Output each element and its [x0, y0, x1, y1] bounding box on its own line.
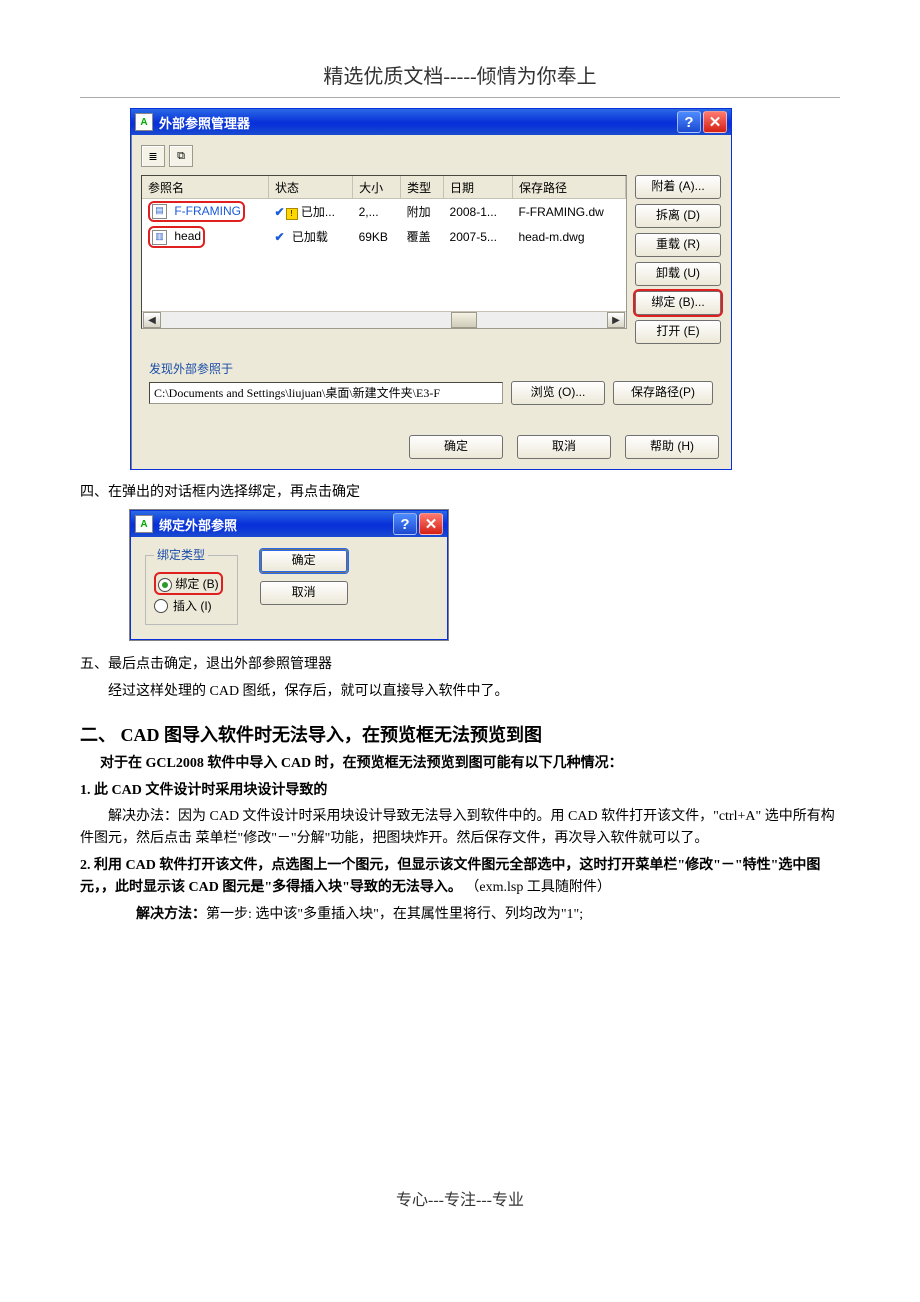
titlebar: A 绑定外部参照 ? ✕ — [131, 511, 447, 537]
ref-name: head — [174, 229, 201, 243]
page-footer: 专心---专注---专业 — [80, 1186, 840, 1210]
step-5b-text: 经过这样处理的 CAD 图纸，保存后，就可以直接导入软件中了。 — [108, 681, 840, 703]
dialog-title: 绑定外部参照 — [159, 515, 391, 534]
col-type[interactable]: 类型 — [401, 176, 444, 199]
horizontal-scrollbar[interactable]: ◀ ▶ — [142, 311, 626, 328]
radio-bind[interactable] — [158, 578, 172, 592]
ref-name: F-FRAMING — [174, 204, 241, 218]
section-2-item1-body: 解决办法：因为 CAD 文件设计时采用块设计导致无法导入到软件中的。用 CAD … — [80, 806, 840, 851]
app-icon: A — [135, 515, 153, 533]
check-icon: ✔ — [275, 230, 285, 244]
ref-status: 已加载 — [292, 230, 328, 244]
browse-button[interactable]: 浏览 (O)... — [511, 381, 605, 405]
found-path-input[interactable]: C:\Documents and Settings\liujuan\桌面\新建文… — [149, 382, 503, 404]
titlebar-help-button[interactable]: ? — [393, 513, 417, 535]
col-savepath[interactable]: 保存路径 — [512, 176, 625, 199]
section-2-heading: 二、 CAD 图导入软件时无法导入，在预览框无法预览到图 — [80, 721, 840, 747]
section-2-item1-title: 1. 此 CAD 文件设计时采用块设计导致的 — [80, 780, 840, 802]
warn-icon: ! — [286, 208, 298, 220]
col-size[interactable]: 大小 — [353, 176, 401, 199]
ref-size: 2,... — [353, 199, 401, 225]
scroll-left-icon[interactable]: ◀ — [143, 312, 161, 328]
view-toolbar: ≣ ⧉ — [141, 145, 721, 167]
section-2-item2-note: （exm.lsp 工具随附件） — [465, 880, 610, 895]
col-status[interactable]: 状态 — [269, 176, 353, 199]
ref-type: 附加 — [401, 199, 444, 225]
titlebar: A 外部参照管理器 ? ✕ — [131, 109, 731, 135]
step-5a-text: 五、最后点击确定，退出外部参照管理器 — [80, 654, 840, 676]
ref-path: head-m.dwg — [512, 224, 625, 249]
unload-button[interactable]: 卸载 (U) — [635, 262, 721, 286]
detach-button[interactable]: 拆离 (D) — [635, 204, 721, 228]
help-button[interactable]: 帮助 (H) — [625, 435, 719, 459]
table-row[interactable]: ▤ F-FRAMING ✔! 已加... 2,... 附加 2008-1... — [142, 199, 626, 225]
section-2-item2-title: 2. 利用 CAD 软件打开该文件，点选图上一个图元，但显示该文件图元全部选中，… — [80, 858, 820, 895]
scroll-right-icon[interactable]: ▶ — [607, 312, 625, 328]
titlebar-help-button[interactable]: ? — [677, 111, 701, 133]
bind-xref-dialog: A 绑定外部参照 ? ✕ 绑定类型 绑定 (B) 插入 (I) — [130, 510, 448, 640]
ok-button[interactable]: 确定 — [409, 435, 503, 459]
dialog-title: 外部参照管理器 — [159, 113, 675, 132]
xref-manager-dialog: A 外部参照管理器 ? ✕ ≣ ⧉ 参照名 状态 大小 类型 — [130, 108, 732, 470]
check-icon: ✔ — [275, 205, 285, 219]
ref-type: 覆盖 — [401, 224, 444, 249]
ref-date: 2008-1... — [444, 199, 513, 225]
titlebar-close-button[interactable]: ✕ — [419, 513, 443, 535]
step-4-text: 四、在弹出的对话框内选择绑定，再点击确定 — [80, 482, 840, 504]
savepath-button[interactable]: 保存路径(P) — [613, 381, 713, 405]
section-2-item2-body-text: 第一步: 选中该"多重插入块"，在其属性里将行、列均改为"1"; — [206, 907, 583, 922]
tree-view-icon[interactable]: ⧉ — [169, 145, 193, 167]
xref-icon: ▥ — [152, 230, 167, 245]
section-2-item2-body: 解决方法：第一步: 选中该"多重插入块"，在其属性里将行、列均改为"1"; — [80, 904, 840, 926]
bind-type-legend: 绑定类型 — [154, 546, 208, 563]
found-at-label: 发现外部参照于 — [149, 360, 713, 377]
ref-date: 2007-5... — [444, 224, 513, 249]
radio-bind-label: 绑定 (B) — [175, 577, 218, 591]
app-icon: A — [135, 113, 153, 131]
attach-button[interactable]: 附着 (A)... — [635, 175, 721, 199]
radio-insert[interactable] — [154, 599, 168, 613]
page-header: 精选优质文档-----倾情为你奉上 — [80, 60, 840, 89]
reload-button[interactable]: 重载 (R) — [635, 233, 721, 257]
ref-status: 已加... — [301, 205, 335, 219]
table-header-row: 参照名 状态 大小 类型 日期 保存路径 — [142, 176, 626, 199]
list-view-icon[interactable]: ≣ — [141, 145, 165, 167]
section-2-intro: 对于在 GCL2008 软件中导入 CAD 时，在预览框无法预览到图可能有以下几… — [100, 753, 840, 775]
ref-path: F-FRAMING.dw — [512, 199, 625, 225]
table-row[interactable]: ▥ head ✔ 已加载 69KB 覆盖 2007-5... h — [142, 224, 626, 249]
radio-insert-label: 插入 (I) — [173, 597, 212, 614]
cancel-button[interactable]: 取消 — [260, 581, 348, 605]
scroll-thumb[interactable] — [451, 312, 477, 328]
header-separator — [80, 97, 840, 98]
cancel-button[interactable]: 取消 — [517, 435, 611, 459]
titlebar-close-button[interactable]: ✕ — [703, 111, 727, 133]
xref-icon: ▤ — [152, 204, 167, 219]
bind-type-group: 绑定类型 绑定 (B) 插入 (I) — [145, 547, 238, 625]
col-name[interactable]: 参照名 — [142, 176, 269, 199]
ref-size: 69KB — [353, 224, 401, 249]
xref-table: 参照名 状态 大小 类型 日期 保存路径 ▤ F-FRAMING — [141, 175, 627, 329]
open-button[interactable]: 打开 (E) — [635, 320, 721, 344]
col-date[interactable]: 日期 — [444, 176, 513, 199]
ok-button[interactable]: 确定 — [260, 549, 348, 573]
bind-button[interactable]: 绑定 (B)... — [635, 291, 721, 315]
